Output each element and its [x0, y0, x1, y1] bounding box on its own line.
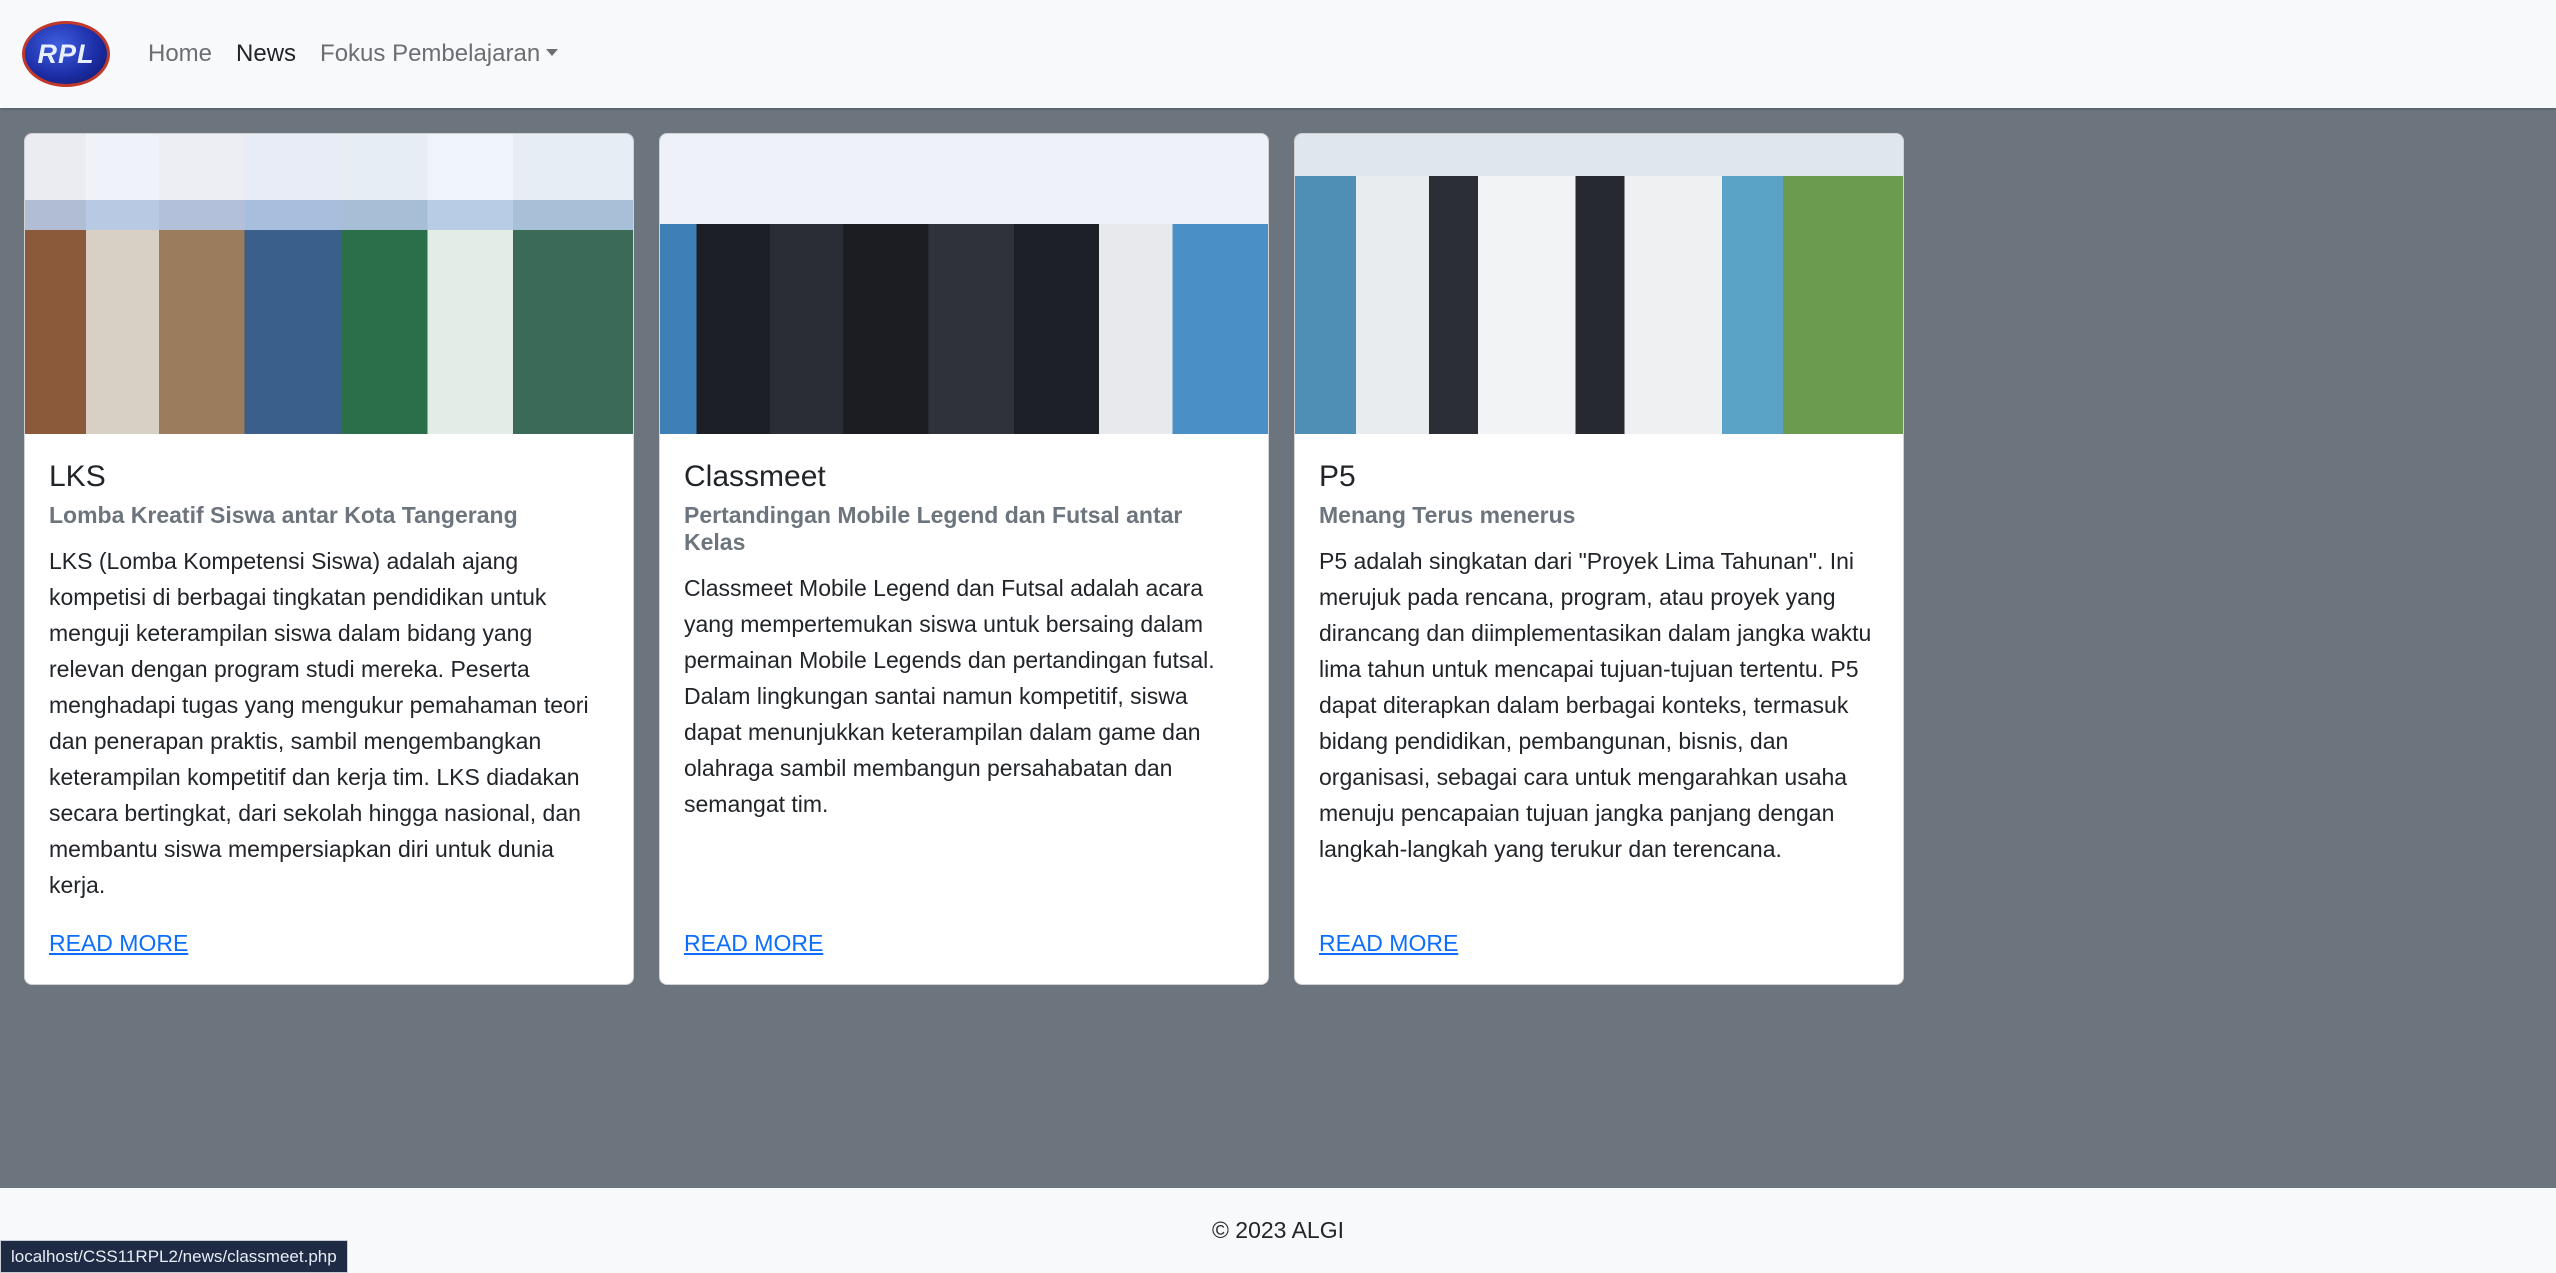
news-card-p5: P5 Menang Terus menerus P5 adalah singka… — [1294, 133, 1904, 985]
nav-link-home[interactable]: Home — [148, 40, 212, 68]
card-body: LKS Lomba Kreatif Siswa antar Kota Tange… — [25, 434, 633, 903]
caret-down-icon — [546, 48, 559, 56]
card-text: P5 adalah singkatan dari "Proyek Lima Ta… — [1319, 548, 1872, 862]
footer: © 2023 ALGI — [0, 1188, 2556, 1273]
logo-text: RPL — [37, 38, 95, 69]
nav-dropdown-label: Fokus Pembelajaran — [320, 40, 541, 67]
news-card-classmeet: Classmeet Pertandingan Mobile Legend dan… — [659, 133, 1269, 985]
card-image-lks — [25, 134, 633, 434]
footer-copyright: © 2023 ALGI — [1211, 1217, 1345, 1243]
rpl-logo[interactable]: RPL — [22, 21, 110, 87]
card-text: Classmeet Mobile Legend dan Futsal adala… — [684, 575, 1215, 817]
card-text: LKS (Lomba Kompetensi Siswa) adalah ajan… — [49, 548, 589, 898]
card-title: P5 — [1319, 460, 1356, 493]
card-body: Classmeet Pertandingan Mobile Legend dan… — [660, 434, 1268, 822]
navbar: RPL Home News Fokus Pembelajaran — [0, 0, 2556, 108]
card-subtitle: Menang Terus menerus — [1319, 502, 1576, 528]
card-subtitle: Pertandingan Mobile Legend dan Futsal an… — [684, 502, 1183, 555]
card-image-classmeet — [660, 134, 1268, 434]
status-bar-url: localhost/CSS11RPL2/news/classmeet.php — [0, 1240, 348, 1273]
card-image-p5 — [1295, 134, 1903, 434]
card-title: Classmeet — [684, 460, 826, 493]
read-more-link-lks[interactable]: READ MORE — [49, 930, 188, 957]
read-more-link-p5[interactable]: READ MORE — [1319, 930, 1458, 957]
read-more-link-classmeet[interactable]: READ MORE — [684, 930, 823, 957]
nav-link-news[interactable]: News — [236, 40, 296, 68]
card-title: LKS — [49, 460, 106, 493]
nav-dropdown-fokus-pembelajaran[interactable]: Fokus Pembelajaran — [320, 40, 559, 68]
card-subtitle: Lomba Kreatif Siswa antar Kota Tangerang — [49, 502, 518, 528]
news-cards: LKS Lomba Kreatif Siswa antar Kota Tange… — [24, 133, 1904, 985]
card-body: P5 Menang Terus menerus P5 adalah singka… — [1295, 434, 1903, 867]
news-card-lks: LKS Lomba Kreatif Siswa antar Kota Tange… — [24, 133, 634, 985]
